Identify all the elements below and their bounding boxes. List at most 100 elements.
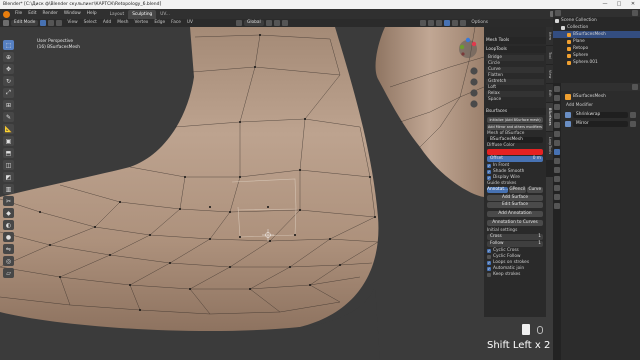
menu-file[interactable]: File — [12, 9, 25, 19]
options-menu[interactable]: Options — [468, 19, 491, 27]
overlay-icon[interactable] — [420, 20, 427, 26]
pan-icon[interactable] — [470, 78, 478, 86]
add-annotation-button[interactable]: Add Annotation — [487, 211, 543, 217]
camera-view-icon[interactable] — [470, 89, 478, 97]
shading-render-icon[interactable] — [460, 20, 467, 26]
loop-cut-icon[interactable]: ▥ — [3, 184, 14, 194]
modifier-name-mirror[interactable]: Mirror — [573, 121, 628, 127]
sidebar-tab-view[interactable]: View — [546, 65, 553, 83]
menu-edge[interactable]: Edge — [151, 19, 168, 27]
poly-build-icon[interactable]: ◆ — [3, 208, 14, 218]
outliner-row[interactable]: Plane — [553, 38, 640, 45]
measure-icon[interactable]: 📐 — [3, 124, 14, 134]
menu-vertex[interactable]: Vertex — [132, 19, 152, 27]
data-tab-icon[interactable] — [554, 185, 560, 191]
keep-strokes-checkbox[interactable]: Keep strokes — [484, 272, 546, 278]
cursor-icon[interactable]: ⊕ — [3, 52, 14, 62]
looptools-header[interactable]: LoopTools — [484, 46, 546, 53]
follow-field[interactable]: Follow 1 — [487, 241, 543, 247]
annotation-to-curves-button[interactable]: Annotation to Curves — [487, 220, 543, 226]
outliner-type-icon[interactable] — [555, 10, 561, 16]
filter-icon[interactable] — [632, 10, 638, 16]
menu-render[interactable]: Render — [40, 9, 61, 19]
output-tab-icon[interactable] — [554, 104, 560, 110]
add-modifier-button[interactable]: Add Modifier — [563, 103, 640, 109]
cross-field[interactable]: Cross 1 — [487, 234, 543, 240]
guide-tab-annotation[interactable]: Annotat... — [487, 187, 509, 193]
world-tab-icon[interactable] — [554, 131, 560, 137]
close-icon[interactable] — [630, 112, 636, 118]
render-tab-icon[interactable] — [554, 95, 560, 101]
transform-icon[interactable]: ⊞ — [3, 100, 14, 110]
vertex-select-icon[interactable] — [40, 20, 47, 26]
menu-edit[interactable]: Edit — [25, 9, 39, 19]
menu-add[interactable]: Add — [100, 19, 114, 27]
pivot-icon[interactable] — [265, 20, 272, 26]
shading-solid-icon[interactable] — [444, 20, 451, 26]
editor-type-icon[interactable] — [3, 20, 9, 26]
close-icon[interactable] — [630, 121, 636, 127]
modifier-mirror[interactable]: Mirror — [565, 121, 638, 127]
search-icon[interactable] — [632, 84, 638, 90]
sidebar-tab-looptools[interactable]: LoopTools — [546, 132, 553, 160]
select-box-icon[interactable]: ⬚ — [3, 40, 14, 50]
offset-field[interactable]: Offset 0 m — [487, 156, 543, 162]
outliner-row[interactable]: Retopo — [553, 45, 640, 52]
perspective-toggle-icon[interactable] — [470, 100, 478, 108]
zoom-icon[interactable] — [470, 67, 478, 75]
sidebar-tab-tool[interactable]: Tool — [546, 46, 553, 64]
menu-select[interactable]: Select — [81, 19, 100, 27]
edge-select-icon[interactable] — [48, 20, 55, 26]
shrink-icon[interactable]: ◎ — [3, 256, 14, 266]
outliner-row[interactable]: Sphere — [553, 52, 640, 59]
menu-help[interactable]: Help — [84, 9, 100, 19]
inset-icon[interactable]: ◫ — [3, 160, 14, 170]
outliner-row[interactable]: Scene Collection — [553, 17, 640, 24]
sidebar-tab-bsurfaces[interactable]: BSurfaces — [546, 103, 553, 131]
add-surface-button[interactable]: Add Surface — [487, 195, 543, 201]
looptools-space[interactable]: Space — [486, 97, 544, 103]
guide-tab-curve[interactable]: Curve — [526, 187, 543, 193]
bevel-icon[interactable]: ◩ — [3, 172, 14, 182]
constraints-tab-icon[interactable] — [554, 176, 560, 182]
outliner-row[interactable]: Sphere.001 — [553, 59, 640, 66]
object-tab-icon[interactable] — [554, 140, 560, 146]
modifier-shrinkwrap[interactable]: Shrinkwrap — [565, 112, 638, 118]
smooth-icon[interactable]: ● — [3, 232, 14, 242]
snap-icon[interactable] — [273, 20, 280, 26]
edge-slide-icon[interactable]: ⇋ — [3, 244, 14, 254]
diffuse-color-swatch[interactable] — [487, 149, 543, 155]
face-select-icon[interactable] — [56, 20, 63, 26]
outliner-row[interactable]: BSurfacesMesh — [553, 31, 640, 38]
particles-tab-icon[interactable] — [554, 158, 560, 164]
menu-face[interactable]: Face — [168, 19, 184, 27]
sidebar-tab-edit[interactable]: Edit — [546, 84, 553, 102]
guide-tab-gpencil[interactable]: GPencil — [509, 187, 526, 193]
sidebar-tab-item[interactable]: Item — [546, 27, 553, 45]
move-icon[interactable]: ✥ — [3, 64, 14, 74]
add-mirror-modifiers-button[interactable]: Add Mirror and others modifiers — [487, 124, 543, 130]
shading-material-icon[interactable] — [452, 20, 459, 26]
initialize-bsurface-button[interactable]: Initialize (Add BSurface mesh) — [487, 117, 543, 123]
mesh-tools-header[interactable]: Mesh Tools — [484, 37, 546, 44]
mode-selector[interactable]: Edit Mode — [11, 20, 39, 26]
scale-icon[interactable]: ⤢ — [3, 88, 14, 98]
add-cube-icon[interactable]: ▣ — [3, 136, 14, 146]
texture-tab-icon[interactable] — [554, 203, 560, 209]
workspace-tab-uv[interactable]: UV... — [156, 10, 174, 19]
scene-tab-icon[interactable] — [554, 122, 560, 128]
xray-icon[interactable] — [428, 20, 435, 26]
workspace-tab-layout[interactable]: Layout — [106, 10, 129, 19]
maximize-button[interactable]: □ — [612, 0, 626, 9]
shear-icon[interactable]: ▱ — [3, 268, 14, 278]
physics-tab-icon[interactable] — [554, 167, 560, 173]
outliner-row[interactable]: Collection — [553, 24, 640, 31]
minimize-button[interactable]: — — [598, 0, 612, 9]
edit-surface-button[interactable]: Edit Surface — [487, 202, 543, 208]
menu-mesh[interactable]: Mesh — [114, 19, 131, 27]
spin-icon[interactable]: ◐ — [3, 220, 14, 230]
view-layer-tab-icon[interactable] — [554, 113, 560, 119]
transform-orientation-selector[interactable]: Global — [243, 20, 264, 26]
menu-view[interactable]: View — [64, 19, 80, 27]
proportional-edit-icon[interactable] — [281, 20, 288, 26]
